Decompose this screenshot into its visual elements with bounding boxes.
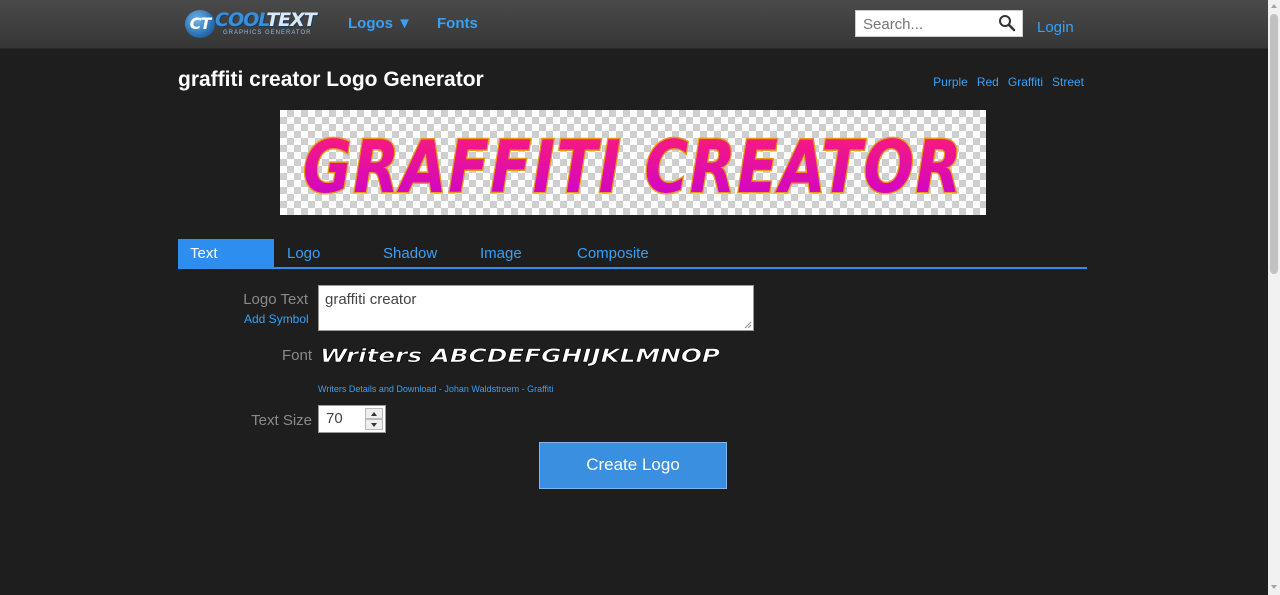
editor-tabs: Text Logo Shadow Image Composite xyxy=(178,239,1087,269)
page-title: graffiti creator Logo Generator xyxy=(178,68,484,91)
cooltext-logo-wordmark: COOLTEXT xyxy=(215,9,317,31)
font-label: Font xyxy=(281,347,312,364)
logo-word-cool: COOL xyxy=(215,9,267,31)
tag-purple[interactable]: Purple xyxy=(933,75,968,89)
login-link[interactable]: Login xyxy=(1037,19,1074,36)
logo-preview-image: GRAFFITI CREATOR xyxy=(280,110,986,215)
logo-text-value: graffiti creator xyxy=(325,291,417,308)
scroll-up-arrow-icon[interactable] xyxy=(1271,4,1277,8)
tab-image[interactable]: Image xyxy=(480,239,522,267)
logo-word-text: TEXT xyxy=(266,9,317,31)
stepper-up-icon[interactable] xyxy=(365,408,383,419)
stepper-down-icon[interactable] xyxy=(365,419,383,430)
logo-subtitle: GRAPHICS GENERATOR xyxy=(223,30,312,36)
font-details-link[interactable]: Writers Details and Download - Johan Wal… xyxy=(318,384,553,394)
top-nav-bar: CT COOLTEXT GRAPHICS GENERATOR Logos ▼ F… xyxy=(0,0,1268,49)
nav-logos-menu[interactable]: Logos ▼ xyxy=(348,15,412,32)
page-scrollbar[interactable] xyxy=(1268,0,1280,595)
add-symbol-link[interactable]: Add Symbol xyxy=(244,312,309,326)
tab-shadow[interactable]: Shadow xyxy=(383,239,437,267)
font-preview-text: Writers ABCDEFGHIJKLMNOP xyxy=(320,345,720,367)
tab-composite[interactable]: Composite xyxy=(577,239,649,267)
cooltext-logo-mark: CT xyxy=(185,10,215,38)
text-size-label: Text Size xyxy=(251,412,312,429)
graffiti-logo-text: GRAFFITI CREATOR xyxy=(303,125,963,209)
tag-links: Purple Red Graffiti Street xyxy=(924,75,1084,89)
tab-text[interactable]: Text xyxy=(178,239,274,267)
graffiti-logo-graphic: GRAFFITI CREATOR xyxy=(302,124,963,211)
search-box xyxy=(855,10,1023,38)
tag-street[interactable]: Street xyxy=(1052,75,1084,89)
font-preview-image[interactable]: Writers ABCDEFGHIJKLMNOP xyxy=(318,343,728,367)
resize-handle-icon[interactable] xyxy=(744,321,752,329)
text-size-stepper[interactable] xyxy=(365,408,383,430)
search-icon[interactable] xyxy=(998,14,1016,32)
text-size-value: 70 xyxy=(326,410,343,427)
create-logo-button[interactable]: Create Logo xyxy=(539,442,727,489)
nav-fonts-link[interactable]: Fonts xyxy=(437,15,478,32)
logo-text-input[interactable]: graffiti creator xyxy=(318,285,754,331)
cooltext-logo[interactable]: CT COOLTEXT GRAPHICS GENERATOR xyxy=(185,8,320,40)
search-input[interactable] xyxy=(861,11,1000,38)
tag-red[interactable]: Red xyxy=(977,75,999,89)
text-size-input[interactable]: 70 xyxy=(318,405,386,433)
logo-text-label: Logo Text xyxy=(243,291,308,308)
scrollbar-thumb[interactable] xyxy=(1270,14,1278,274)
tab-logo[interactable]: Logo xyxy=(287,239,320,267)
tag-graffiti[interactable]: Graffiti xyxy=(1008,75,1043,89)
scroll-down-arrow-icon[interactable] xyxy=(1271,585,1277,589)
